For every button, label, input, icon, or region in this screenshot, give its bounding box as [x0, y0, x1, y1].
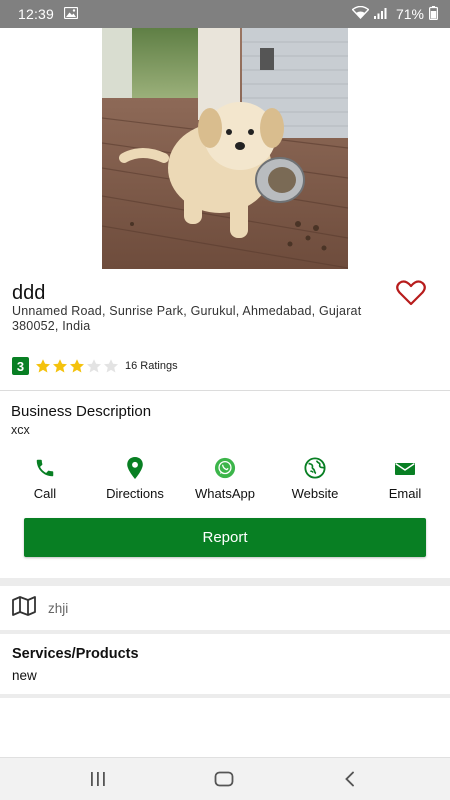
website-label: Website — [291, 486, 339, 501]
services-title: Services/Products — [12, 646, 139, 662]
system-nav-bar — [0, 757, 450, 800]
star-filled-icon — [69, 358, 85, 374]
action-bar: Call Directions WhatsApp Website Email — [0, 456, 450, 502]
business-name: ddd — [12, 282, 46, 304]
map-icon — [12, 595, 36, 621]
description-title: Business Description — [11, 403, 152, 420]
divider — [0, 390, 450, 391]
section-separator — [0, 630, 450, 634]
rating-row: 3 16 Ratings — [12, 357, 178, 375]
wifi-icon — [351, 5, 370, 22]
email-button[interactable]: Email — [360, 456, 450, 501]
favorite-heart-icon[interactable] — [396, 280, 426, 306]
star-filled-icon — [35, 358, 51, 374]
location-pin-icon — [123, 456, 147, 480]
back-button[interactable] — [338, 768, 362, 790]
recent-apps-button[interactable] — [86, 768, 110, 790]
phone-icon — [33, 456, 57, 480]
services-text: new — [12, 668, 37, 683]
section-separator — [0, 694, 450, 698]
signal-icon — [373, 6, 388, 22]
report-button[interactable]: Report — [24, 518, 426, 557]
home-button[interactable] — [212, 768, 236, 790]
email-label: Email — [388, 486, 422, 501]
email-icon — [393, 456, 417, 480]
call-button[interactable]: Call — [0, 456, 90, 501]
image-notification-icon — [63, 6, 79, 22]
whatsapp-label: WhatsApp — [195, 486, 255, 501]
whatsapp-icon — [213, 456, 237, 480]
status-bar: 12:39 71% — [0, 0, 450, 28]
map-location-text: zhji — [48, 600, 69, 616]
description-text: xcx — [11, 423, 30, 437]
business-photo[interactable] — [102, 28, 348, 269]
status-time: 12:39 — [18, 6, 55, 22]
globe-icon — [303, 456, 327, 480]
ratings-count: 16 Ratings — [125, 360, 178, 372]
star-empty-icon — [103, 358, 119, 374]
directions-label: Directions — [106, 486, 164, 501]
rating-badge: 3 — [12, 357, 29, 375]
call-label: Call — [33, 486, 57, 501]
star-empty-icon — [86, 358, 102, 374]
map-row[interactable]: zhji — [0, 586, 450, 630]
rating-stars — [35, 358, 119, 374]
battery-icon — [429, 5, 439, 23]
website-button[interactable]: Website — [270, 456, 360, 501]
whatsapp-button[interactable]: WhatsApp — [180, 456, 270, 501]
section-separator — [0, 578, 450, 586]
star-filled-icon — [52, 358, 68, 374]
battery-percent: 71% — [395, 6, 424, 22]
directions-button[interactable]: Directions — [90, 456, 180, 501]
business-address: Unnamed Road, Sunrise Park, Gurukul, Ahm… — [12, 304, 362, 333]
